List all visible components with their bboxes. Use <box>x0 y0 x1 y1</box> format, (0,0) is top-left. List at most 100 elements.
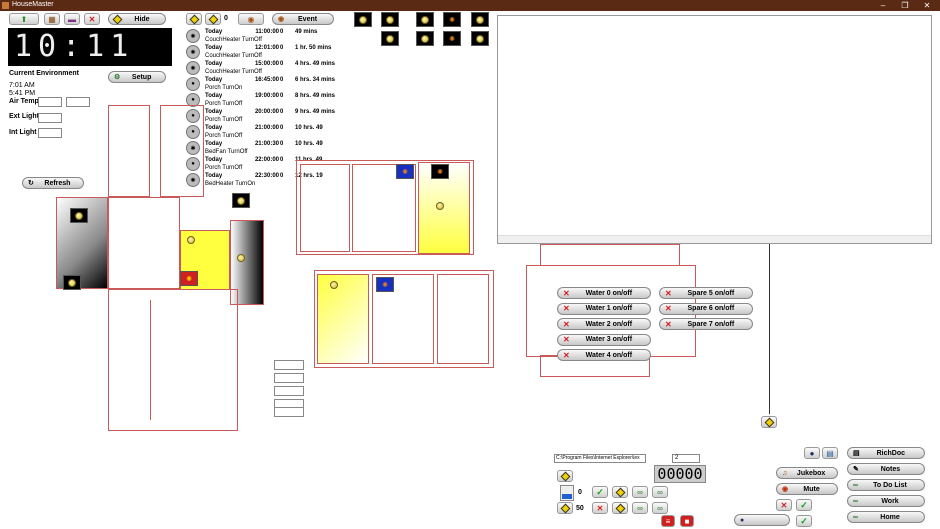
heater-icon[interactable]: ✺ <box>186 45 200 59</box>
lamp-thumb-2[interactable] <box>381 12 399 27</box>
bulb-icon[interactable]: ● <box>186 77 200 91</box>
link-button-1[interactable]: ∞ <box>632 486 648 498</box>
volume-slider-thumb[interactable] <box>562 494 572 499</box>
play-check-button[interactable]: ✓ <box>592 486 608 498</box>
refresh-button[interactable]: ↻ Refresh <box>22 177 84 189</box>
spares-toggle-button[interactable]: ✕ Spare 5 on/off <box>659 287 753 299</box>
plan-field-5[interactable] <box>274 407 304 417</box>
water-toggle-button[interactable]: ✕ Water 3 on/off <box>557 333 651 346</box>
lamp-thumb-5[interactable] <box>381 31 399 46</box>
spares-toggle-button[interactable]: ✕ Spare 7 on/off <box>659 318 753 330</box>
restore-icon[interactable]: ❐ <box>894 0 916 11</box>
lamp-east-room[interactable] <box>232 250 250 265</box>
mute-button[interactable]: ◉ Mute <box>776 483 838 495</box>
event-row[interactable]: Today 11:00:00 0 49 mins CouchHeater TurnOff <box>205 29 355 44</box>
lamp-thumb-4[interactable] <box>471 12 489 27</box>
volume-slider[interactable] <box>560 485 574 501</box>
link-button-3[interactable]: ∞ <box>652 486 668 498</box>
int-light-field[interactable] <box>38 128 62 138</box>
plan-field-3[interactable] <box>274 386 304 396</box>
hide-button[interactable]: Hide <box>108 13 166 25</box>
notes-button[interactable]: ✎ Notes <box>847 463 925 475</box>
person-button[interactable]: ● <box>734 514 790 526</box>
doc-small-button[interactable]: ▤ <box>822 447 838 459</box>
spares-toggle-button[interactable]: ✕ Spare 6 on/off <box>659 302 753 315</box>
timer-button[interactable]: ◉ <box>238 13 264 25</box>
heater-mb[interactable]: ✺ <box>376 277 394 292</box>
air-temp-field[interactable] <box>38 97 62 107</box>
confirm-check-button-2[interactable]: ✓ <box>796 515 812 527</box>
event-row[interactable]: Today 19:00:00 0 8 hrs. 49 mins Porch TurnOf… <box>205 93 355 108</box>
event-filter-button[interactable] <box>205 13 221 25</box>
air-temp-field-2[interactable] <box>66 97 90 107</box>
richdoc-button[interactable]: ▤ RichDoc <box>847 447 925 459</box>
sunrise-time: 7:01 AM <box>9 82 35 89</box>
delete-button[interactable]: ✕ <box>84 13 100 25</box>
event-row[interactable]: Today 20:00:00 0 9 hrs. 49 mins Porch TurnOf… <box>205 109 355 124</box>
event-diamond-button[interactable] <box>186 13 202 25</box>
cancel-x-button[interactable]: ✕ <box>776 499 792 511</box>
red-stop-button[interactable]: ■ <box>680 515 694 527</box>
lamp-east[interactable] <box>232 193 250 208</box>
lamp-thumb-6[interactable] <box>416 31 434 46</box>
event-row[interactable]: Today 21:00:00 0 10 hrs. 49 Porch TurnOff <box>205 125 355 140</box>
work-button[interactable]: ∞ Work <box>847 495 925 507</box>
link-button-4[interactable]: ∞ <box>652 502 668 514</box>
event-date: Today <box>205 45 223 51</box>
event-count: 0 <box>280 173 284 179</box>
event-button[interactable]: ◉ Event <box>272 13 334 25</box>
heater-mt-2[interactable]: ✺ <box>431 164 449 179</box>
water-toggle-button[interactable]: ✕ Water 4 on/off <box>557 349 651 361</box>
heater-lit-room[interactable]: ✺ <box>180 271 198 286</box>
link-button-2[interactable]: ∞ <box>632 502 648 514</box>
event-device: CouchHeater <box>205 69 241 75</box>
stop-x-button[interactable]: ✕ <box>592 502 608 514</box>
heater-icon[interactable]: ✺ <box>186 29 200 43</box>
red-stack-button[interactable]: ≡ <box>661 515 675 527</box>
stack-icon: ≡ <box>665 516 671 526</box>
event-row[interactable]: Today 15:00:00 0 4 hrs. 49 mins CouchHeater … <box>205 61 355 76</box>
water-toggle-button[interactable]: ✕ Water 2 on/off <box>557 318 651 330</box>
lamp-mb[interactable] <box>325 277 343 292</box>
plan-field-1[interactable] <box>274 360 304 370</box>
lamp-thumb-3[interactable] <box>416 12 434 27</box>
event-row[interactable]: Today 16:45:00 0 6 hrs. 34 mins Porch TurnOn <box>205 77 355 92</box>
tree-diamond-button[interactable] <box>761 416 777 428</box>
lamp-southwest[interactable] <box>63 275 81 290</box>
person-small-button[interactable]: ● <box>804 447 820 459</box>
media-diamond-2[interactable] <box>612 486 628 498</box>
lamp-west[interactable] <box>70 208 88 223</box>
home-button[interactable]: ∞ Home <box>847 511 925 523</box>
jukebox-button[interactable]: ♫ Jukebox <box>776 467 838 479</box>
heater-thumb-2[interactable]: ✺ <box>443 31 461 46</box>
lamp-mt[interactable] <box>431 198 449 213</box>
minimize-icon[interactable]: – <box>872 0 894 11</box>
lamp-thumb-7[interactable] <box>471 31 489 46</box>
number-spinner[interactable]: 2 <box>672 454 700 463</box>
event-row[interactable]: Today 12:01:00 0 1 hr. 50 mins CouchHeater T… <box>205 45 355 60</box>
media-diamond-button[interactable] <box>557 470 573 482</box>
media-diamond-3[interactable] <box>612 502 628 514</box>
browser-panel[interactable] <box>497 15 932 244</box>
lamp-thumb-1[interactable] <box>354 12 372 27</box>
book-button[interactable]: ▬ <box>64 13 80 25</box>
setup-button[interactable]: ⚙ Setup <box>108 71 166 83</box>
close-icon[interactable]: ✕ <box>916 0 938 11</box>
confirm-check-button[interactable]: ✓ <box>796 499 812 511</box>
program-path-field[interactable]: C:\Program Files\Internet Explorer\iex <box>554 454 646 463</box>
todo-button[interactable]: ∞ To Do List <box>847 479 925 491</box>
heater-mt-1[interactable]: ✺ <box>396 164 414 179</box>
ext-light-field[interactable] <box>38 113 62 123</box>
horizontal-scrollbar[interactable] <box>498 235 931 243</box>
water-toggle-button[interactable]: ✕ Water 1 on/off <box>557 302 651 315</box>
heater-thumb-1[interactable]: ✺ <box>443 12 461 27</box>
up-arrow-button[interactable]: ⬆ <box>9 13 39 25</box>
plan-field-2[interactable] <box>274 373 304 383</box>
water-toggle-button[interactable]: ✕ Water 0 on/off <box>557 287 651 299</box>
balance-diamond-button[interactable] <box>557 502 573 514</box>
event-row[interactable]: Today 21:00:30 0 10 hrs. 49 BedFan TurnOff <box>205 141 355 156</box>
x-icon: ✕ <box>88 14 96 24</box>
grid-button[interactable]: ▦ <box>44 13 60 25</box>
heater-icon[interactable]: ✺ <box>186 61 200 75</box>
lamp-lit-room[interactable] <box>182 232 200 247</box>
